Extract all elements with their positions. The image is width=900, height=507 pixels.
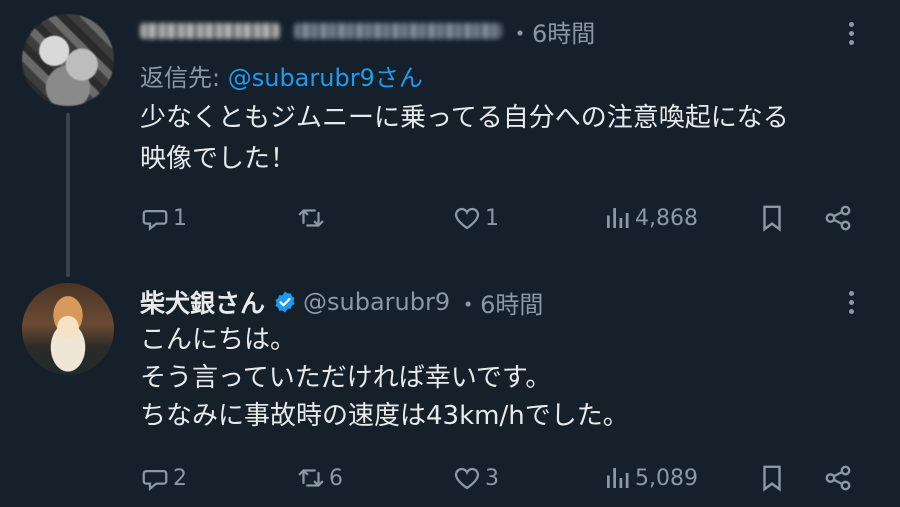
like-icon: [454, 207, 480, 230]
share-icon: [825, 205, 851, 231]
action-bar: 2 6 3 5,089: [140, 458, 860, 498]
bookmark-button[interactable]: [757, 458, 787, 498]
bookmark-icon: [763, 205, 781, 232]
avatar[interactable]: [22, 14, 114, 106]
bookmark-button[interactable]: [757, 198, 787, 238]
author-handle[interactable]: @subarubr9: [303, 288, 450, 316]
like-button[interactable]: 3: [452, 458, 499, 498]
retweet-icon: [298, 209, 324, 227]
reply-button[interactable]: 2: [140, 458, 187, 498]
reply-icon: [142, 470, 168, 491]
tweet-time[interactable]: ・6時間: [456, 285, 543, 320]
views-button[interactable]: 5,089: [602, 458, 698, 498]
like-button[interactable]: 1: [452, 198, 499, 238]
tweet-time[interactable]: ・6時間: [508, 14, 595, 49]
reply-button[interactable]: 1: [140, 198, 187, 238]
bookmark-icon: [763, 465, 781, 492]
avatar[interactable]: [22, 283, 114, 375]
author-handle-blurred: [294, 23, 502, 39]
tweet-text: 少なくともジムニーに乗ってる自分への注意喚起になる 映像でした！: [140, 98, 870, 180]
tweet-text-line: 映像でした！: [140, 144, 297, 174]
views-count: 5,089: [635, 465, 698, 491]
reply-to-handle[interactable]: @subarubr9さん: [228, 64, 423, 92]
like-icon: [454, 467, 480, 490]
more-icon[interactable]: [836, 18, 866, 48]
author-name-blurred[interactable]: [140, 23, 280, 39]
reply-icon: [142, 210, 168, 231]
thread-line: [66, 113, 70, 277]
tweet-text: こんにちは。 そう言っていただければ幸いです。 ちなみに事故時の速度は43km/…: [140, 321, 870, 435]
retweet-count: 6: [329, 465, 343, 491]
reply-count: 1: [173, 205, 187, 231]
views-icon: [607, 208, 629, 228]
share-button[interactable]: [823, 198, 853, 238]
views-count: 4,868: [635, 205, 698, 231]
tweet-reply[interactable]: ・6時間 返信先: @subarubr9さん 少なくともジムニーに乗ってる自分へ…: [0, 0, 900, 277]
retweet-button[interactable]: 6: [296, 458, 343, 498]
views-icon: [607, 468, 629, 488]
views-button[interactable]: 4,868: [602, 198, 698, 238]
retweet-button[interactable]: [296, 198, 329, 238]
tweet-header: ・6時間: [140, 14, 870, 48]
tweet-text-line: そう言っていただければ幸いです。: [140, 363, 552, 393]
verified-icon: [275, 291, 295, 313]
tweet-text-line: 少なくともジムニーに乗ってる自分への注意喚起になる: [140, 103, 789, 133]
like-count: 1: [485, 205, 499, 231]
tweet-text-line: ちなみに事故時の速度は43km/hでした。: [140, 401, 629, 431]
reply-count: 2: [173, 465, 187, 491]
like-count: 3: [485, 465, 499, 491]
action-bar: 1 1 4,868: [140, 198, 860, 238]
share-icon: [825, 465, 851, 491]
tweet-header: 柴犬銀さん @subarubr9 ・6時間: [140, 285, 870, 319]
author-name[interactable]: 柴犬銀さん: [140, 284, 265, 320]
more-icon[interactable]: [836, 287, 866, 317]
retweet-icon: [298, 469, 324, 487]
share-button[interactable]: [823, 458, 853, 498]
tweet-main[interactable]: 柴犬銀さん @subarubr9 ・6時間 こんにちは。 そう言っていただければ…: [0, 277, 900, 507]
reply-to-line: 返信先: @subarubr9さん: [140, 58, 870, 92]
tweet-text-line: こんにちは。: [140, 325, 297, 355]
reply-to-label: 返信先:: [140, 64, 221, 92]
